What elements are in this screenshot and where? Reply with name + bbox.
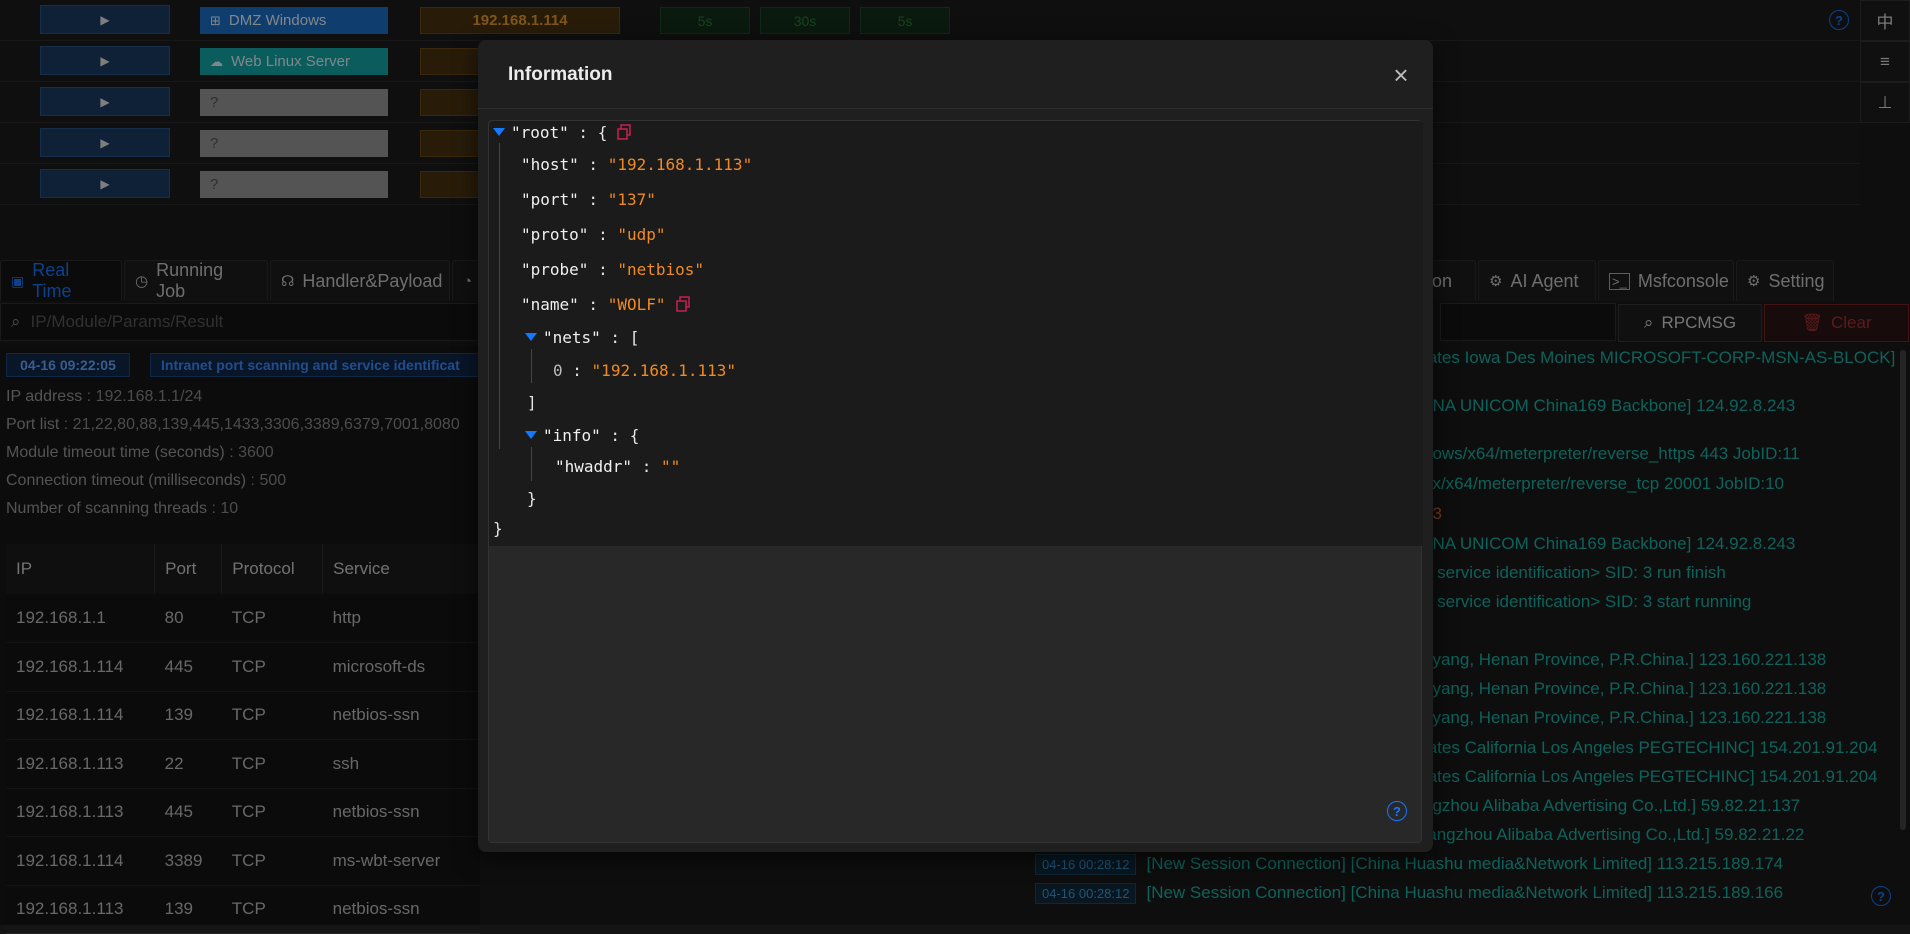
json-node-proto: "proto" : "udp" <box>521 224 666 244</box>
close-icon[interactable]: × <box>1386 60 1416 90</box>
information-modal: Information × "root" : { "host" : "192.1… <box>478 40 1433 852</box>
json-value: "WOLF" <box>607 294 666 314</box>
json-key: "probe" <box>521 259 589 279</box>
json-value: "192.168.1.113" <box>591 360 737 380</box>
json-node-info[interactable]: "info" : { <box>525 424 639 446</box>
indent-guide <box>531 349 532 383</box>
divider <box>478 108 1433 109</box>
help-icon[interactable]: ? <box>1387 801 1407 821</box>
json-node-port: "port" : "137" <box>521 189 656 209</box>
json-key: "proto" <box>521 224 589 244</box>
copy-icon[interactable] <box>675 296 690 312</box>
json-node-root[interactable]: "root" : { <box>493 121 632 143</box>
indent-guide <box>531 447 532 481</box>
collapse-caret-icon[interactable] <box>525 431 537 439</box>
json-key: "info" <box>543 425 601 445</box>
json-value: "" <box>660 456 681 476</box>
collapse-caret-icon[interactable] <box>525 333 537 341</box>
json-value: "netbios" <box>617 259 705 279</box>
json-key: "host" <box>521 154 579 174</box>
json-value: "udp" <box>617 224 666 244</box>
copy-icon[interactable] <box>617 124 632 140</box>
json-viewer: "root" : { "host" : "192.168.1.113" "por… <box>488 120 1423 843</box>
json-key: "nets" <box>543 327 601 347</box>
json-key: 0 <box>553 360 563 380</box>
json-key: "root" <box>511 122 569 142</box>
json-bracket-close: ] <box>527 392 537 412</box>
json-key: "name" <box>521 294 579 314</box>
json-key: "port" <box>521 189 579 209</box>
json-brace-close: } <box>527 488 537 508</box>
json-node-hwaddr: "hwaddr" : "" <box>555 456 681 476</box>
json-node-nets-0: 0 : "192.168.1.113" <box>553 360 737 380</box>
json-key: "hwaddr" <box>555 456 633 476</box>
indent-guide <box>499 143 500 449</box>
json-node-nets[interactable]: "nets" : [ <box>525 326 639 348</box>
json-node-host: "host" : "192.168.1.113" <box>521 154 753 174</box>
json-brace-close-root: } <box>493 518 503 538</box>
json-value: "192.168.1.113" <box>607 154 753 174</box>
json-value: "137" <box>607 189 656 209</box>
json-node-probe: "probe" : "netbios" <box>521 259 705 279</box>
collapse-caret-icon[interactable] <box>493 128 505 136</box>
modal-title: Information <box>508 64 613 85</box>
json-node-name: "name" : "WOLF" <box>521 293 690 315</box>
